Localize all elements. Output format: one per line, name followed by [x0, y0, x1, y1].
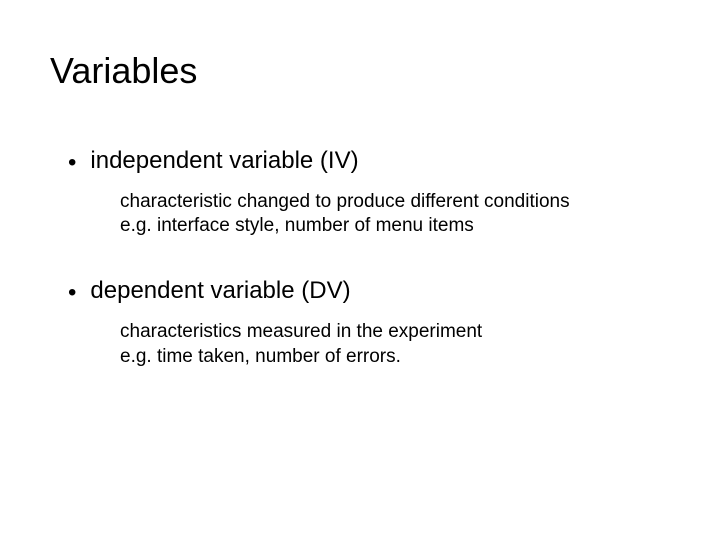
bullet-dot-icon: • [68, 151, 76, 175]
desc-line: e.g. time taken, number of errors. [120, 346, 401, 367]
bullet-item: • independent variable (IV) [50, 147, 670, 176]
desc-line: characteristics measured in the experime… [120, 321, 482, 342]
bullet-description: characteristics measured in the experime… [50, 320, 610, 369]
bullet-heading: independent variable (IV) [90, 147, 358, 176]
slide-title: Variables [50, 50, 670, 92]
bullet-dot-icon: • [68, 281, 76, 305]
bullet-heading: dependent variable (DV) [90, 277, 350, 306]
desc-line: characteristic changed to produce differ… [120, 191, 570, 212]
bullet-item: • dependent variable (DV) [50, 277, 670, 306]
desc-line: e.g. interface style, number of menu ite… [120, 215, 474, 236]
bullet-description: characteristic changed to produce differ… [50, 190, 610, 239]
